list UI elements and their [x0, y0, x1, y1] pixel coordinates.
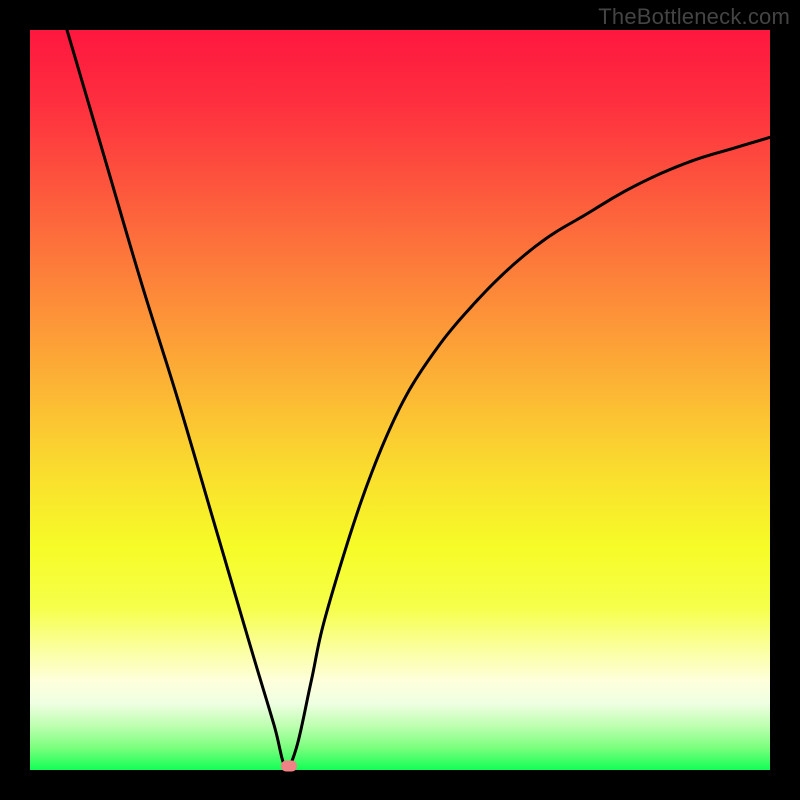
background-gradient	[30, 30, 770, 770]
optimal-marker	[281, 761, 297, 772]
watermark-text: TheBottleneck.com	[598, 4, 790, 30]
plot-frame	[30, 30, 770, 770]
